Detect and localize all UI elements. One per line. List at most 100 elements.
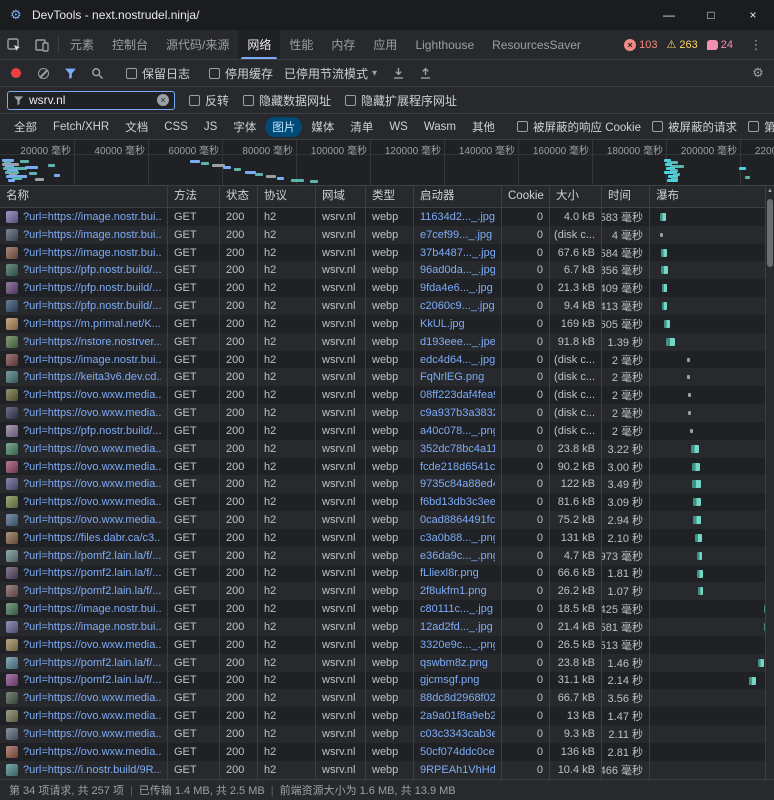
type-filter-pill[interactable]: 媒体	[304, 117, 341, 137]
devtools-tab[interactable]: 元素	[61, 30, 103, 59]
request-name-link[interactable]: ?url=https://ovo.wxw.media...	[23, 389, 161, 401]
hide-data-urls-checkbox[interactable]: 隐藏数据网址	[243, 92, 331, 109]
close-button[interactable]: ×	[732, 0, 774, 30]
column-header-type[interactable]: 类型	[366, 186, 414, 207]
initiator-link[interactable]: c9a937b3a3832e...	[420, 407, 495, 419]
request-name-link[interactable]: ?url=https://image.nostr.bui...	[23, 229, 161, 241]
request-name-link[interactable]: ?url=https://ovo.wxw.media...	[23, 443, 161, 455]
request-name-link[interactable]: ?url=https://pomf2.lain.la/f/...	[23, 585, 161, 597]
issues-badge[interactable]: 24	[707, 39, 733, 51]
table-row[interactable]: ?url=https://image.nostr.bui...GET200h2w…	[0, 208, 774, 226]
type-filter-pill[interactable]: 清单	[343, 117, 380, 137]
scroll-up-icon[interactable]: ▲	[766, 186, 774, 196]
initiator-link[interactable]: fcde218d6541c6...	[420, 461, 495, 473]
table-row[interactable]: ?url=https://ovo.wxw.media...GET200h2wsr…	[0, 386, 774, 404]
request-name-link[interactable]: ?url=https://ovo.wxw.media...	[23, 746, 161, 758]
network-settings-icon[interactable]: ⚙	[748, 63, 768, 83]
request-name-link[interactable]: ?url=https://ovo.wxw.media...	[23, 710, 161, 722]
table-row[interactable]: ?url=https://image.nostr.bui...GET200h2w…	[0, 244, 774, 262]
maximize-button[interactable]: □	[690, 0, 732, 30]
table-row[interactable]: ?url=https://i.nostr.build/9R...GET200h2…	[0, 761, 774, 779]
warning-badge[interactable]: ⚠ 263	[667, 39, 698, 51]
initiator-link[interactable]: 37b4487..._.jpg	[420, 247, 495, 259]
table-row[interactable]: ?url=https://image.nostr.bui...GET200h2w…	[0, 351, 774, 369]
type-filter-pill[interactable]: JS	[197, 119, 224, 135]
table-row[interactable]: ?url=https://ovo.wxw.media...GET200h2wsr…	[0, 475, 774, 493]
table-row[interactable]: ?url=https://m.primal.net/K...GET200h2ws…	[0, 315, 774, 333]
hide-extension-urls-checkbox[interactable]: 隐藏扩展程序网址	[345, 92, 457, 109]
request-name-link[interactable]: ?url=https://ovo.wxw.media...	[23, 496, 161, 508]
table-row[interactable]: ?url=https://files.dabr.ca/c3...GET200h2…	[0, 529, 774, 547]
initiator-link[interactable]: fLliexl8r.png	[420, 567, 479, 579]
filter-input[interactable]: wsrv.nl ×	[7, 91, 175, 110]
throttling-select[interactable]: 已停用节流模式 ▾	[280, 65, 381, 82]
record-button[interactable]	[6, 63, 26, 83]
table-row[interactable]: ?url=https://pfp.nostr.build/...GET200h2…	[0, 297, 774, 315]
request-name-link[interactable]: ?url=https://image.nostr.bui...	[23, 354, 161, 366]
table-row[interactable]: ?url=https://keita3v6.dev.cd...GET200h2w…	[0, 368, 774, 386]
more-options-icon[interactable]: ⋮	[742, 37, 770, 53]
initiator-link[interactable]: c3a0b88..._.png	[420, 532, 495, 544]
column-header-cookie[interactable]: Cookie	[502, 186, 550, 207]
table-row[interactable]: ?url=https://pomf2.lain.la/f/...GET200h2…	[0, 582, 774, 600]
initiator-link[interactable]: 9735c84a88ed48...	[420, 478, 495, 490]
type-filter-pill[interactable]: CSS	[157, 119, 195, 135]
request-name-link[interactable]: ?url=https://pfp.nostr.build/...	[23, 300, 161, 312]
initiator-link[interactable]: 11634d2..._.jpg	[420, 211, 495, 223]
initiator-link[interactable]: d193eee..._.jpeg	[420, 336, 495, 348]
initiator-link[interactable]: 12ad2fd..._.jpg	[420, 621, 493, 633]
type-filter-pill[interactable]: Fetch/XHR	[46, 119, 116, 135]
request-name-link[interactable]: ?url=https://pfp.nostr.build/...	[23, 264, 161, 276]
request-name-link[interactable]: ?url=https://ovo.wxw.media...	[23, 514, 161, 526]
request-name-link[interactable]: ?url=https://ovo.wxw.media...	[23, 639, 161, 651]
request-name-link[interactable]: ?url=https://ovo.wxw.media...	[23, 728, 161, 740]
type-filter-checkbox[interactable]: 被屏蔽的请求	[652, 119, 737, 135]
column-header-protocol[interactable]: 协议	[258, 186, 316, 207]
table-row[interactable]: ?url=https://ovo.wxw.media...GET200h2wsr…	[0, 707, 774, 725]
request-name-link[interactable]: ?url=https://i.nostr.build/9R...	[23, 764, 161, 776]
column-header-size[interactable]: 大小	[550, 186, 602, 207]
preserve-log-checkbox[interactable]: 保留日志	[126, 65, 190, 82]
table-row[interactable]: ?url=https://image.nostr.bui...GET200h2w…	[0, 618, 774, 636]
type-filter-checkbox[interactable]: 第三方请求	[748, 119, 774, 135]
devtools-tab[interactable]: 控制台	[103, 30, 157, 59]
type-filter-pill[interactable]: 文档	[118, 117, 155, 137]
type-filter-checkbox[interactable]: 被屏蔽的响应 Cookie	[517, 119, 641, 135]
table-row[interactable]: ?url=https://ovo.wxw.media...GET200h2wsr…	[0, 725, 774, 743]
initiator-link[interactable]: 2a9a01f8a9eb2c...	[420, 710, 495, 722]
table-row[interactable]: ?url=https://ovo.wxw.media...GET200h2wsr…	[0, 404, 774, 422]
invert-checkbox[interactable]: 反转	[189, 92, 229, 109]
request-name-link[interactable]: ?url=https://m.primal.net/K...	[23, 318, 161, 330]
table-row[interactable]: ?url=https://ovo.wxw.media...GET200h2wsr…	[0, 493, 774, 511]
initiator-link[interactable]: KkUL.jpg	[420, 318, 465, 330]
table-row[interactable]: ?url=https://pfp.nostr.build/...GET200h2…	[0, 261, 774, 279]
initiator-link[interactable]: 0cad8864491fc0...	[420, 514, 495, 526]
column-header-time[interactable]: 时间	[602, 186, 650, 207]
device-toolbar-icon[interactable]	[28, 30, 56, 59]
initiator-link[interactable]: c80111c..._.jpg	[420, 603, 493, 615]
request-name-link[interactable]: ?url=https://files.dabr.ca/c3...	[23, 532, 161, 544]
request-name-link[interactable]: ?url=https://pomf2.lain.la/f/...	[23, 674, 161, 686]
clear-button[interactable]	[33, 63, 53, 83]
type-filter-pill[interactable]: 其他	[465, 117, 502, 137]
request-name-link[interactable]: ?url=https://ovo.wxw.media...	[23, 407, 161, 419]
initiator-link[interactable]: 88dc8d2968f02f...	[420, 692, 495, 704]
search-button[interactable]	[87, 63, 107, 83]
initiator-link[interactable]: 50cf074ddc0ce9...	[420, 746, 495, 758]
initiator-link[interactable]: 08ff223daf4fea9...	[420, 389, 495, 401]
network-overview-timeline[interactable]: 20000 毫秒40000 毫秒60000 毫秒80000 毫秒100000 毫…	[0, 140, 774, 186]
request-name-link[interactable]: ?url=https://keita3v6.dev.cd...	[23, 371, 161, 383]
initiator-link[interactable]: qswbm8z.png	[420, 657, 488, 669]
column-header-domain[interactable]: 网域	[316, 186, 366, 207]
devtools-tab[interactable]: 网络	[238, 30, 280, 59]
table-row[interactable]: ?url=https://ovo.wxw.media...GET200h2wsr…	[0, 511, 774, 529]
initiator-link[interactable]: a40c078..._.png	[420, 425, 495, 437]
initiator-link[interactable]: f6bd13db3c3ee3...	[420, 496, 495, 508]
table-row[interactable]: ?url=https://pfp.nostr.build/...GET200h2…	[0, 422, 774, 440]
table-row[interactable]: ?url=https://pomf2.lain.la/f/...GET200h2…	[0, 672, 774, 690]
scrollbar[interactable]: ▲	[765, 186, 774, 779]
filter-toggle-button[interactable]	[60, 63, 80, 83]
export-har-icon[interactable]	[415, 63, 435, 83]
table-row[interactable]: ?url=https://ovo.wxw.media...GET200h2wsr…	[0, 636, 774, 654]
devtools-tab[interactable]: 内存	[322, 30, 364, 59]
